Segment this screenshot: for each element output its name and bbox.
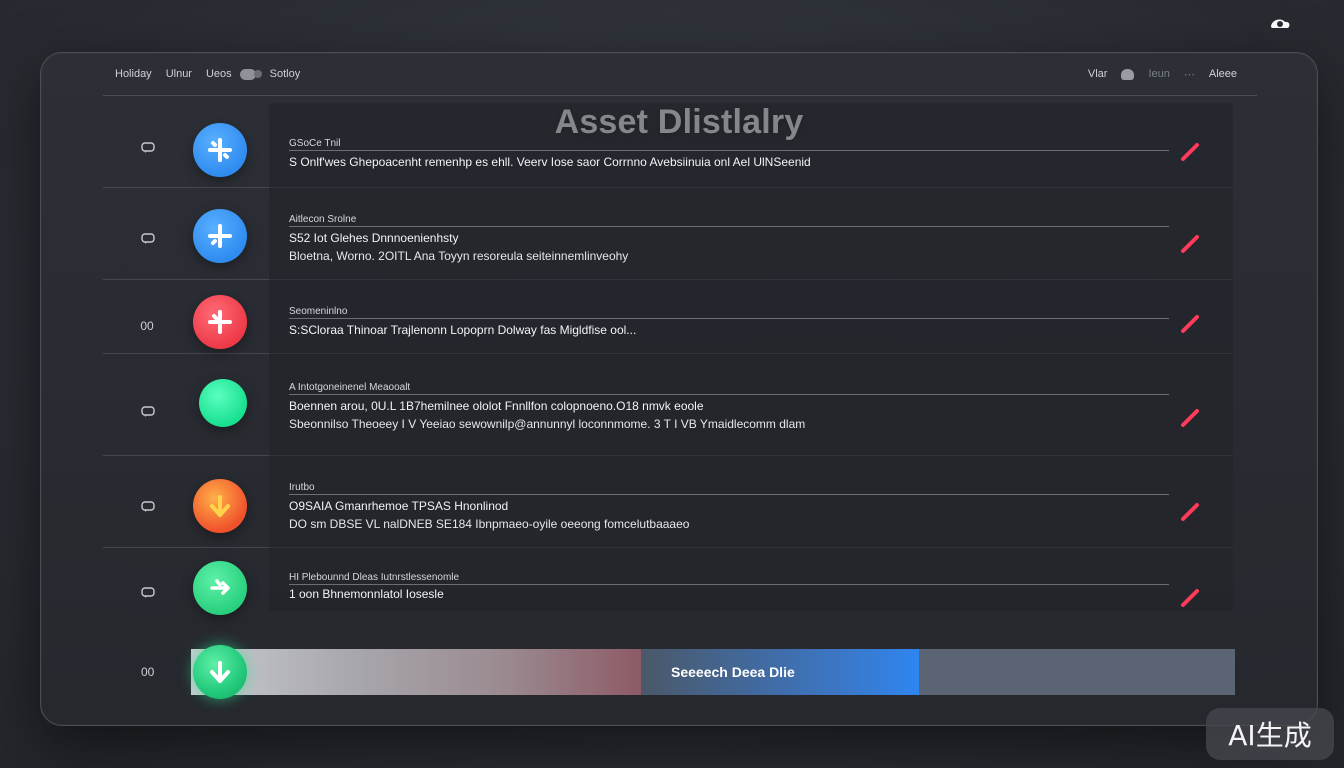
row-heading: Irutbo	[289, 482, 1169, 495]
chat-icon[interactable]	[141, 142, 155, 154]
top-nav-bar: Holiday Ulnur Ueos Sotloy Vlar Ieun ⋯ Al…	[103, 53, 1257, 96]
nav-item-ueos[interactable]: Ueos	[206, 68, 232, 80]
chat-icon[interactable]	[141, 233, 155, 245]
cross-icon	[208, 138, 232, 162]
arrow-down-icon	[210, 661, 230, 683]
list-item[interactable]: A Intotgoneinenel Meaooalt Boennen arou,…	[103, 353, 1233, 456]
nav-item-aleee[interactable]: Aleee	[1209, 68, 1237, 80]
row-description: Bloetna, Worno. 2OITL Ana Toyyn resoreul…	[289, 249, 629, 263]
status-indicator	[199, 379, 247, 427]
user-icon[interactable]	[1121, 68, 1135, 80]
row-description: S:SCloraa Thinoar Trajlenonn Lopoprn Dol…	[289, 323, 637, 337]
row-heading: Aitlecon Srolne	[289, 214, 1169, 227]
asset-avatar	[193, 209, 247, 263]
edit-icon[interactable]	[1179, 313, 1201, 335]
search-trailing-segment	[919, 649, 1235, 695]
list-item[interactable]: GSoCe Tnil S Onlf'wes Ghepoacenht remenh…	[103, 103, 1233, 188]
cloud-icon[interactable]	[1268, 14, 1292, 34]
row-index: 00	[140, 319, 154, 333]
asset-avatar	[193, 123, 247, 177]
row-heading: GSoCe Tnil	[289, 138, 1169, 151]
nav-item-holiday[interactable]: Holiday	[115, 68, 152, 80]
row-description: 1 oon Bhnemonnlatol Iosesle	[289, 587, 444, 601]
more-icon[interactable]: ⋯	[1184, 68, 1195, 81]
toggle-switch[interactable]	[239, 68, 262, 80]
edit-icon[interactable]	[1179, 407, 1201, 429]
search-index: 00	[141, 665, 155, 679]
row-description: Sbeonnilso Theoeey I V Yeeiao sewownilp@…	[289, 417, 806, 431]
download-button[interactable]	[193, 645, 247, 699]
cross-icon	[208, 224, 232, 248]
row-heading: A Intotgoneinenel Meaooalt	[289, 382, 1169, 395]
edit-icon[interactable]	[1179, 587, 1201, 609]
list-item[interactable]: HI Plebounnd Dleas Iutnrstlessenomle 1 o…	[103, 547, 1233, 615]
list-item[interactable]: 00 Seomeninlno S:SCloraa Thinoar Trajlen…	[103, 279, 1233, 354]
edit-icon[interactable]	[1179, 141, 1201, 163]
asset-avatar	[193, 479, 247, 533]
chat-icon[interactable]	[141, 406, 155, 418]
nav-item-vlar[interactable]: Vlar	[1088, 68, 1108, 80]
arrow-down-icon	[210, 495, 230, 517]
row-title: O9SAIA Gmanrhemoe TPSAS Hnonlinod	[289, 499, 509, 513]
asset-avatar	[193, 561, 247, 615]
top-right-controls: Vlar Ieun ⋯ Aleee	[1088, 68, 1257, 81]
asset-panel: Holiday Ulnur Ueos Sotloy Vlar Ieun ⋯ Al…	[40, 52, 1318, 726]
row-title: Boennen arou, 0U.L 1B7hemilnee ololot Fn…	[289, 399, 704, 413]
row-title: S52 Iot Glehes Dnnnoenienhsty	[289, 231, 459, 245]
shuffle-icon	[210, 579, 230, 595]
search-bar[interactable]: Seeeech Deea Dlie	[191, 649, 1235, 695]
nav-item-ulnur[interactable]: Ulnur	[166, 68, 192, 80]
search-gradient-segment	[191, 649, 641, 695]
edit-icon[interactable]	[1179, 501, 1201, 523]
row-text: Aitlecon Srolne S52 Iot Glehes Dnnnoenie…	[289, 209, 1169, 263]
chat-icon[interactable]	[141, 501, 155, 513]
nav-item-ieun[interactable]: Ieun	[1148, 68, 1169, 80]
row-description: DO sm DBSE VL nalDNEB SE184 Ibnpmaeo-oyi…	[289, 517, 690, 531]
row-heading: HI Plebounnd Dleas Iutnrstlessenomle	[289, 572, 1169, 585]
row-heading: Seomeninlno	[289, 306, 1169, 319]
asset-avatar	[193, 295, 247, 349]
cross-icon	[208, 310, 232, 334]
row-text: Seomeninlno S:SCloraa Thinoar Trajlenonn…	[289, 301, 1169, 337]
edit-icon[interactable]	[1179, 233, 1201, 255]
list-item[interactable]: Irutbo O9SAIA Gmanrhemoe TPSAS Hnonlinod…	[103, 455, 1233, 548]
chat-icon[interactable]	[141, 587, 155, 599]
row-text: A Intotgoneinenel Meaooalt Boennen arou,…	[289, 377, 1169, 431]
ai-generated-watermark: AI生成	[1206, 708, 1334, 760]
top-nav: Holiday Ulnur Ueos Sotloy	[103, 68, 300, 80]
search-input[interactable]: Seeeech Deea Dlie	[641, 649, 919, 695]
row-text: GSoCe Tnil S Onlf'wes Ghepoacenht remenh…	[289, 133, 1169, 169]
row-text: HI Plebounnd Dleas Iutnrstlessenomle 1 o…	[289, 567, 1169, 601]
row-text: Irutbo O9SAIA Gmanrhemoe TPSAS Hnonlinod…	[289, 477, 1169, 531]
nav-item-sotloy[interactable]: Sotloy	[270, 68, 301, 80]
row-description: S Onlf'wes Ghepoacenht remenhp es ehll. …	[289, 155, 811, 169]
list-item[interactable]: Aitlecon Srolne S52 Iot Glehes Dnnnoenie…	[103, 187, 1233, 280]
